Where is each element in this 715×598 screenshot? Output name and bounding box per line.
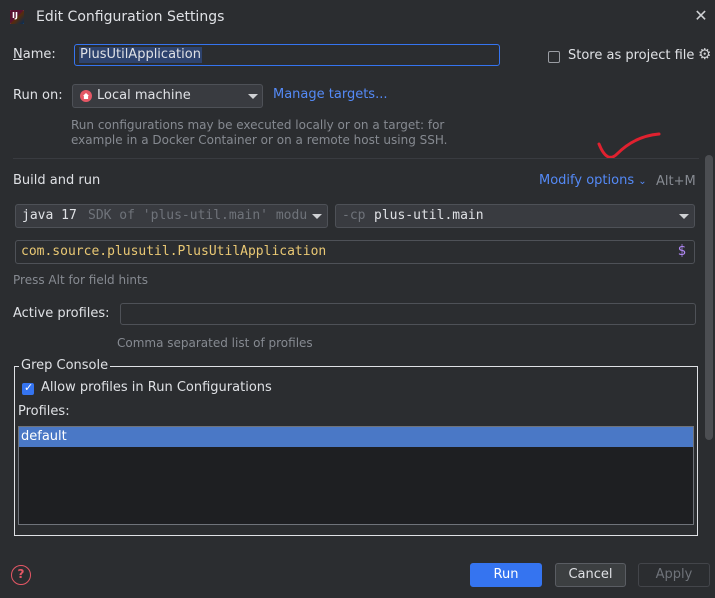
- section-divider: [13, 158, 699, 159]
- chevron-down-icon: [248, 94, 258, 99]
- macro-dollar-icon[interactable]: $: [678, 243, 686, 259]
- main-class-value: com.source.plusutil.PlusUtilApplication: [21, 244, 327, 259]
- active-profiles-label: Active profiles:: [13, 306, 110, 321]
- chevron-down-icon: [679, 214, 689, 219]
- title-bar: IJ Edit Configuration Settings ✕: [0, 0, 715, 36]
- jre-detail: SDK of 'plus-util.main' module: [88, 208, 308, 223]
- help-icon[interactable]: ?: [11, 565, 31, 585]
- chevron-down-icon: ⌄: [638, 176, 647, 187]
- dialog-title: Edit Configuration Settings: [36, 9, 225, 25]
- store-as-project-file-checkbox[interactable]: [548, 51, 560, 63]
- cp-value: plus-util.main: [374, 208, 484, 223]
- modify-options-link[interactable]: Modify options ⌄: [539, 173, 647, 188]
- run-on-select[interactable]: Local machine: [72, 84, 263, 108]
- active-profiles-input[interactable]: [120, 303, 696, 325]
- main-class-input[interactable]: com.source.plusutil.PlusUtilApplication …: [15, 240, 695, 264]
- intellij-app-icon: IJ: [10, 10, 24, 24]
- local-machine-icon: [80, 90, 92, 102]
- chevron-down-icon: [312, 214, 322, 219]
- run-on-hint-line2: example in a Docker Container or on a re…: [71, 133, 448, 147]
- grep-console-title: Grep Console: [19, 358, 111, 373]
- cancel-button[interactable]: Cancel: [555, 563, 626, 587]
- jre-select[interactable]: java 17 SDK of 'plus-util.main' module: [15, 204, 328, 228]
- run-on-hint-line1: Run configurations may be executed local…: [71, 118, 445, 132]
- build-and-run-heading: Build and run: [13, 173, 101, 188]
- apply-button[interactable]: Apply: [638, 563, 710, 587]
- cp-flag: -cp: [342, 208, 366, 223]
- list-item[interactable]: default: [19, 427, 693, 447]
- name-input[interactable]: PlusUtilApplication: [74, 44, 500, 66]
- close-icon[interactable]: ✕: [693, 8, 709, 24]
- modify-options-shortcut: Alt+M: [656, 174, 696, 189]
- run-button[interactable]: Run: [470, 563, 542, 587]
- field-hint: Press Alt for field hints: [13, 273, 148, 287]
- name-label: Name:: [13, 47, 56, 62]
- allow-profiles-label[interactable]: Allow profiles in Run Configurations: [41, 380, 272, 395]
- classpath-select[interactable]: -cp plus-util.main: [335, 204, 695, 228]
- gear-icon[interactable]: ⚙: [698, 45, 711, 63]
- active-profiles-hint: Comma separated list of profiles: [117, 336, 313, 350]
- name-input-value: PlusUtilApplication: [79, 47, 202, 63]
- store-as-project-file-label[interactable]: Store as project file: [568, 48, 694, 63]
- allow-profiles-checkbox[interactable]: [22, 381, 34, 395]
- profiles-label: Profiles:: [18, 404, 70, 419]
- profiles-list[interactable]: default: [18, 426, 694, 525]
- run-on-label: Run on:: [13, 88, 63, 103]
- run-on-value: Local machine: [97, 88, 191, 103]
- jre-version: java 17: [22, 208, 77, 223]
- manage-targets-link[interactable]: Manage targets...: [273, 87, 387, 102]
- vertical-scrollbar[interactable]: [705, 155, 713, 440]
